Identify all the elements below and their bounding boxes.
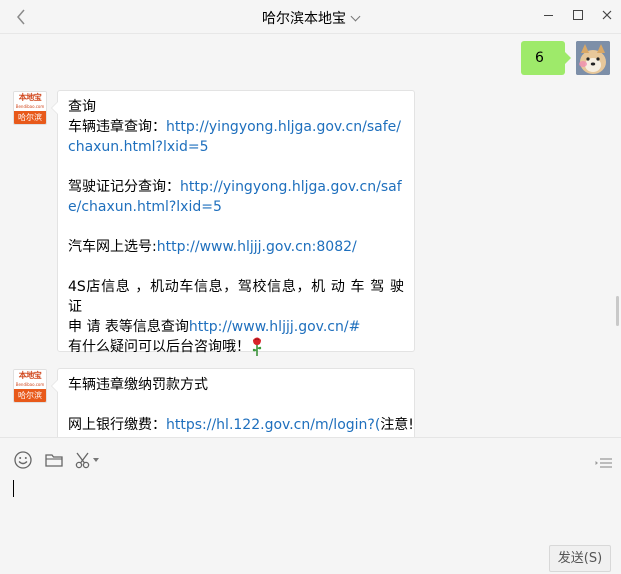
avatar-logo-text: 本地宝 — [18, 371, 42, 380]
plate-select-link[interactable]: http://www.hljjj.gov.cn:8082/ — [157, 239, 357, 255]
license-points-label: 驾驶证记分查询： — [68, 179, 180, 195]
avatar-city-label: 哈尔滨 — [14, 389, 46, 402]
incoming-bubble[interactable]: 查询 车辆违章查询：http://yingyong.hljga.gov.cn/s… — [51, 90, 415, 356]
avatar-logo-text: 本地宝 — [18, 93, 42, 102]
message-heading: 查询 — [68, 99, 96, 115]
my-avatar[interactable] — [576, 41, 610, 75]
violation-query-label: 车辆违章查询： — [68, 119, 166, 135]
screenshot-options-chevron-icon[interactable] — [93, 458, 99, 462]
avatar-logo: 本地宝 Bendibao.com — [14, 370, 46, 389]
chat-title[interactable]: 哈尔滨本地宝 — [0, 8, 621, 28]
incoming-bubble[interactable]: 车辆违章缴纳罚款方式 网上银行缴费：https://hl.122.gov.cn/… — [51, 368, 415, 437]
chat-history-icon[interactable] — [595, 455, 613, 469]
bank-payment-note: 注意! — [380, 417, 414, 433]
text-cursor — [13, 480, 14, 497]
info-line-1: 4S店信息 ，机动车信息，驾校信息，机 动 车 驾 驶 证 — [68, 279, 404, 315]
bot-avatar[interactable]: 本地宝 Bendibao.com 哈尔滨 — [13, 91, 47, 125]
bank-payment-line: 网上银行缴费：https://hl.122.gov.cn/m/login?(注意… — [68, 415, 414, 435]
title-bar: 哈尔滨本地宝 — [0, 0, 621, 34]
bank-payment-label: 网上银行缴费： — [68, 417, 166, 433]
scissors-icon[interactable] — [74, 450, 94, 470]
license-points-line: 驾驶证记分查询：http://yingyong.hljga.gov.cn/saf… — [68, 177, 404, 217]
avatar-logo: 本地宝 Bendibao.com — [14, 92, 46, 111]
closing-text: 有什么疑问可以后台咨询哦！ — [68, 339, 250, 355]
close-icon[interactable] — [598, 6, 616, 24]
message-input[interactable] — [0, 478, 621, 538]
message-heading: 车辆违章缴纳罚款方式 — [68, 377, 208, 393]
avatar-logo-subtext: Bendibao.com — [15, 382, 45, 387]
closing-line: 有什么疑问可以后台咨询哦！ — [68, 337, 404, 357]
minimize-icon[interactable] — [539, 6, 557, 24]
info-line-2-text: 申 请 表等信息查询 — [68, 319, 189, 335]
chat-messages[interactable]: 6 本地宝 Bendibao.com 哈尔滨 查询 车辆违章查询：http://… — [0, 34, 621, 437]
outgoing-message: 6 — [490, 41, 610, 75]
info-query-link[interactable]: http://www.hljjj.gov.cn/# — [189, 319, 360, 335]
maximize-icon[interactable] — [568, 6, 586, 24]
info-line-2: 申 请 表等信息查询http://www.hljjj.gov.cn/# — [68, 317, 404, 337]
composer-toolbar — [0, 438, 621, 478]
send-button[interactable]: 发送(S) — [549, 545, 611, 572]
avatar-city-label: 哈尔滨 — [14, 111, 46, 124]
smiley-icon[interactable] — [13, 450, 33, 470]
chat-scrollbar[interactable] — [616, 296, 619, 326]
folder-icon[interactable] — [44, 450, 64, 470]
avatar-logo-subtext: Bendibao.com — [15, 104, 45, 109]
violation-query-line: 车辆违章查询：http://yingyong.hljga.gov.cn/safe… — [68, 117, 404, 157]
outgoing-bubble[interactable]: 6 — [521, 41, 571, 75]
bank-payment-link[interactable]: https://hl.122.gov.cn/m/login?( — [166, 417, 380, 433]
plate-select-label: 汽车网上选号: — [68, 239, 157, 255]
bot-avatar[interactable]: 本地宝 Bendibao.com 哈尔滨 — [13, 369, 47, 403]
chevron-down-icon[interactable] — [350, 11, 361, 22]
chat-title-text: 哈尔滨本地宝 — [262, 11, 346, 27]
plate-select-line: 汽车网上选号:http://www.hljjj.gov.cn:8082/ — [68, 237, 404, 257]
rose-icon — [250, 335, 264, 356]
